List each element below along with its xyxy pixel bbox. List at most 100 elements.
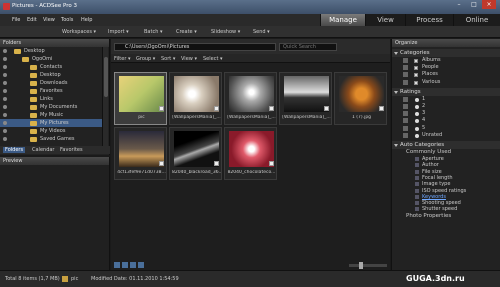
slideshow-menu[interactable]: Slideshow ▾ [211, 29, 240, 35]
thumbnail[interactable]: [WallpapersMania]_... [224, 72, 277, 125]
thumbnail-checkbox[interactable] [214, 161, 219, 166]
thumbnail[interactable]: 82040_blackroad_36... [169, 127, 222, 180]
folder-tree-item[interactable]: Desktop [0, 71, 104, 79]
workspaces-menu[interactable]: Workspaces ▾ [62, 29, 96, 35]
folder-tree-item[interactable]: My Pictures [0, 119, 104, 127]
tab-view[interactable]: View [365, 14, 405, 26]
folder-tree-item[interactable]: OgoOmi [0, 55, 104, 63]
category-item[interactable]: Albums [392, 57, 500, 64]
thumbnail[interactable]: pic [114, 72, 167, 125]
create-menu[interactable]: Create ▾ [176, 29, 197, 35]
visibility-icon[interactable] [3, 57, 7, 61]
visibility-icon[interactable] [3, 89, 7, 93]
category-checkbox[interactable] [414, 66, 418, 71]
import-menu[interactable]: Import ▾ [108, 29, 129, 35]
visibility-icon[interactable] [3, 97, 7, 101]
folder-tree-item[interactable]: Favorites [0, 87, 104, 95]
rating-item[interactable]: 3 [392, 110, 500, 117]
ratings-section[interactable]: Ratings [392, 87, 500, 96]
rating-item[interactable]: 2 [392, 103, 500, 110]
auto-categories-section[interactable]: Auto Categories [392, 140, 500, 149]
thumbnail-checkbox[interactable] [159, 106, 164, 111]
folder-tree-item[interactable]: Links [0, 95, 104, 103]
folder-tree-item[interactable]: My Music [0, 111, 104, 119]
thumbnail-size-slider[interactable] [349, 262, 387, 269]
group-menu[interactable]: Group ▾ [136, 56, 155, 62]
minimize-button[interactable]: – [452, 0, 466, 9]
rating-item[interactable]: 5 [392, 125, 500, 132]
photo-properties-group[interactable]: Photo Properties [392, 213, 500, 220]
folder-tree-item[interactable]: Downloads [0, 79, 104, 87]
menu-view[interactable]: View [43, 17, 55, 23]
category-item[interactable]: Places [392, 71, 500, 78]
rating-item[interactable]: Unrated [392, 132, 500, 139]
folders-scrollbar[interactable] [102, 47, 108, 147]
category-item[interactable]: People [392, 64, 500, 71]
categories-section[interactable]: Categories [392, 49, 500, 57]
thumbnails-view-icon[interactable] [114, 262, 120, 268]
visibility-icon[interactable] [3, 65, 7, 69]
folder-tree-item[interactable]: My Documents [0, 103, 104, 111]
rating-item[interactable]: 1 [392, 96, 500, 103]
scrollbar-thumb[interactable] [104, 57, 108, 97]
rating-radio[interactable] [415, 126, 419, 131]
visibility-icon[interactable] [3, 129, 7, 133]
view-menu[interactable]: View ▾ [181, 56, 197, 62]
thumbnail[interactable]: [WallpapersMania]_... [169, 72, 222, 125]
folder-tree-item[interactable]: Saved Games [0, 135, 104, 143]
thumbnail[interactable]: 4cf13fef9e71d0738... [114, 127, 167, 180]
tab-manage[interactable]: Manage [320, 14, 365, 26]
menu-file[interactable]: File [12, 17, 20, 23]
tab-folders[interactable]: Folders [3, 147, 26, 153]
category-checkbox[interactable] [414, 73, 418, 78]
sort-menu[interactable]: Sort ▾ [161, 56, 175, 62]
slider-handle[interactable] [359, 262, 363, 269]
category-checkbox[interactable] [414, 80, 418, 85]
category-item[interactable]: Various [392, 79, 500, 86]
category-checkbox[interactable] [414, 59, 418, 63]
rating-radio[interactable] [415, 112, 419, 117]
tab-online[interactable]: Online [453, 14, 500, 26]
menu-help[interactable]: Help [81, 17, 92, 23]
visibility-icon[interactable] [3, 73, 7, 77]
folder-tree-item[interactable]: Desktop [0, 47, 104, 55]
filter-menu[interactable]: Filter ▾ [114, 56, 130, 62]
menu-tools[interactable]: Tools [61, 17, 73, 23]
send-menu[interactable]: Send ▾ [253, 29, 270, 35]
visibility-icon[interactable] [3, 49, 7, 53]
batch-menu[interactable]: Batch ▾ [144, 29, 162, 35]
rating-radio[interactable] [415, 104, 419, 109]
visibility-icon[interactable] [3, 137, 7, 141]
folder-tree-item[interactable]: Contacts [0, 63, 104, 71]
rating-item[interactable]: 4 [392, 117, 500, 124]
visibility-icon[interactable] [3, 81, 7, 85]
path-input[interactable]: C:\Users\OgoOmi\Pictures [114, 43, 276, 51]
filmstrip-view-icon[interactable] [138, 262, 144, 268]
folder-tree-item[interactable]: My Videos [0, 127, 104, 135]
visibility-icon[interactable] [3, 121, 7, 125]
maximize-button[interactable]: □ [467, 0, 481, 9]
visibility-icon[interactable] [3, 105, 7, 109]
menu-edit[interactable]: Edit [27, 17, 37, 23]
thumbnail-checkbox[interactable] [269, 161, 274, 166]
select-menu[interactable]: Select ▾ [203, 56, 223, 62]
thumbnail[interactable]: 1 (7).jpg [334, 72, 387, 125]
thumbnail-checkbox[interactable] [214, 106, 219, 111]
tab-favorites[interactable]: Favorites [58, 147, 85, 153]
list-view-icon[interactable] [130, 262, 136, 268]
quick-search-input[interactable]: Quick Search [279, 43, 337, 51]
tab-calendar[interactable]: Calendar [30, 147, 56, 153]
rating-radio[interactable] [415, 119, 419, 124]
details-view-icon[interactable] [122, 262, 128, 268]
rating-radio[interactable] [415, 133, 419, 138]
thumbnail[interactable]: 82040_chocolateco... [224, 127, 277, 180]
thumbnail-checkbox[interactable] [324, 106, 329, 111]
thumbnail[interactable]: [WallpapersMania]_... [279, 72, 332, 125]
thumbnail-checkbox[interactable] [159, 161, 164, 166]
tab-process[interactable]: Process [405, 14, 453, 26]
close-button[interactable]: × [482, 0, 496, 9]
thumbnail-checkbox[interactable] [379, 106, 384, 111]
commonly-used-group[interactable]: Commonly Used [392, 149, 500, 156]
thumbnail-checkbox[interactable] [269, 106, 274, 111]
visibility-icon[interactable] [3, 113, 7, 117]
